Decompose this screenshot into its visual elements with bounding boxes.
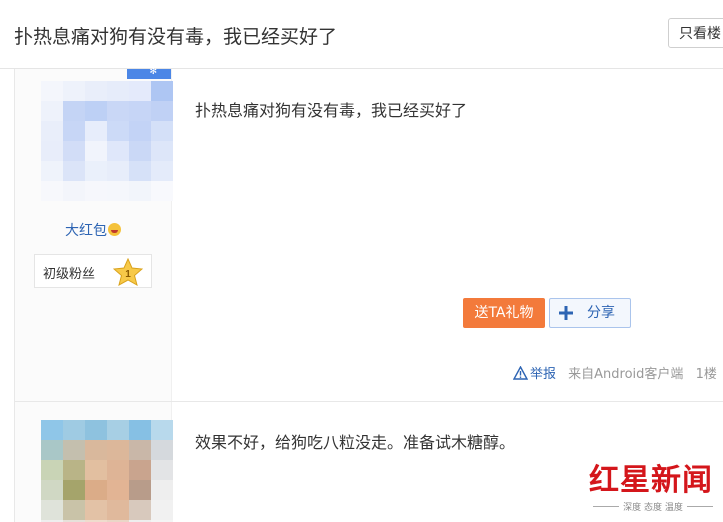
only-op-button[interactable]: 只看楼: [668, 18, 723, 48]
author-panel: [15, 402, 173, 522]
watermark-slogan: 深度 态度 温度: [583, 500, 723, 513]
watermark-logo-text: 红星新闻: [589, 463, 713, 498]
avatar[interactable]: [41, 420, 173, 522]
level-star-icon: 1: [113, 258, 143, 286]
avatar[interactable]: [41, 81, 173, 201]
report-label: 举报: [530, 367, 557, 382]
post-floor-1: ✻ 大红包 初级粉丝 1 扑热息痛对狗有没有毒，我已经买好了 送TA礼物 分享 …: [14, 67, 723, 402]
post-text: 扑热息痛对狗有没有毒，我已经买好了: [195, 101, 468, 120]
news-watermark-logo: 红星新闻 深度 态度 温度: [583, 455, 723, 522]
thread-header: 扑热息痛对狗有没有毒，我已经买好了 只看楼: [0, 0, 723, 69]
fan-level-badge[interactable]: 初级粉丝 1: [34, 254, 152, 288]
share-button[interactable]: 分享: [549, 298, 631, 328]
level-number: 1: [125, 269, 131, 280]
share-label: 分享: [587, 305, 615, 321]
post-text: 效果不好，给狗吃八粒没走。准备试木糖醇。: [195, 433, 516, 452]
username-label: 大红包: [65, 223, 107, 239]
thread-title: 扑热息痛对狗有没有毒，我已经买好了: [14, 26, 338, 48]
client-source: 来自Android客户端: [568, 367, 684, 382]
smile-emoji-icon: [108, 223, 121, 236]
thread-page: 扑热息痛对狗有没有毒，我已经买好了 只看楼 ✻ 大红包 初级粉丝 1 扑热息痛对…: [0, 0, 723, 522]
warning-icon: [513, 366, 528, 380]
vip-corner-icon: ✻: [127, 67, 171, 79]
plus-icon: [559, 306, 573, 320]
report-link[interactable]: 举报: [513, 366, 560, 382]
post-tail: 举报 来自Android客户端 1楼: [513, 363, 717, 382]
fan-level-label: 初级粉丝: [43, 267, 96, 282]
post-content: 扑热息痛对狗有没有毒，我已经买好了 送TA礼物 分享 举报 来自Android客…: [172, 69, 723, 401]
username-link[interactable]: 大红包: [15, 220, 171, 240]
author-panel: ✻ 大红包 初级粉丝 1: [15, 67, 173, 401]
floor-number: 1楼: [695, 367, 717, 382]
send-gift-button[interactable]: 送TA礼物: [463, 298, 545, 328]
